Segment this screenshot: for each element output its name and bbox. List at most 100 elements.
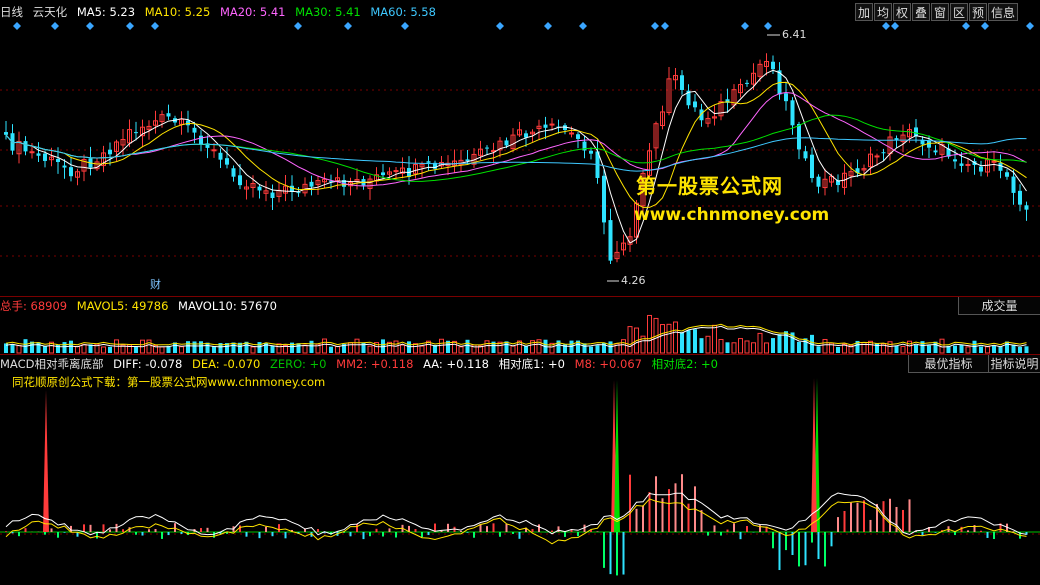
macd-spike-0 bbox=[43, 390, 49, 532]
volume-bar-154 bbox=[1005, 341, 1009, 353]
promo-text: 同花顺原创公式下载：第一股票公式网www.chnmoney.com bbox=[12, 375, 326, 389]
volume-bar-103 bbox=[673, 321, 678, 354]
signal-diamond-16 bbox=[891, 22, 899, 30]
volume-bar-12 bbox=[81, 344, 87, 354]
candle-body-143 bbox=[933, 150, 938, 153]
volume-bar-146 bbox=[953, 345, 957, 353]
volume-bar-56 bbox=[367, 345, 373, 354]
average-button[interactable]: 均 bbox=[874, 3, 892, 21]
candle-body-9 bbox=[62, 165, 67, 168]
volume-bar-95 bbox=[621, 339, 626, 354]
candle-body-148 bbox=[965, 163, 971, 166]
volume-bar-50 bbox=[329, 346, 333, 353]
candle-body-35 bbox=[231, 168, 236, 177]
rights-button[interactable]: 权 bbox=[893, 3, 911, 21]
volume-bar-1 bbox=[10, 343, 15, 353]
volume-bar-112 bbox=[731, 342, 737, 354]
volume-bar-136 bbox=[887, 341, 893, 354]
add-button[interactable]: 加 bbox=[855, 3, 873, 21]
volume-bar-111 bbox=[725, 342, 730, 353]
volume-bar-10 bbox=[69, 340, 73, 353]
candle-body-154 bbox=[1005, 172, 1009, 177]
overlay-button[interactable]: 叠 bbox=[912, 3, 930, 21]
volume-bar-20 bbox=[134, 346, 138, 353]
volume-bar-61 bbox=[400, 344, 405, 354]
volume-bar-29 bbox=[192, 341, 197, 353]
candle-body-156 bbox=[1018, 190, 1022, 205]
mavol10-value: MAVOL10: 57670 bbox=[178, 299, 277, 313]
volume-bar-138 bbox=[900, 346, 906, 354]
window-button[interactable]: 窗 bbox=[931, 3, 949, 21]
indicator-help-button[interactable]: 指标说明 bbox=[988, 355, 1040, 373]
volume-bar-70 bbox=[458, 346, 464, 354]
volume-bar-96 bbox=[627, 326, 633, 354]
volume-bar-91 bbox=[595, 345, 600, 353]
relative-bottom2-value: 相对底2: +0 bbox=[651, 357, 718, 371]
volume-bar-152 bbox=[992, 345, 996, 353]
signal-diamond-10 bbox=[579, 22, 587, 30]
candle-body-122 bbox=[797, 124, 801, 150]
relative-bottom1-value: 相对底1: +0 bbox=[498, 357, 565, 371]
watermark-title: 第一股票公式网 bbox=[636, 174, 783, 198]
candle-body-25 bbox=[166, 113, 171, 117]
volume-bar-8 bbox=[56, 344, 60, 353]
candle-body-157 bbox=[1024, 205, 1029, 210]
candle-body-74 bbox=[485, 147, 489, 149]
candle-body-58 bbox=[381, 172, 385, 176]
candle-body-137 bbox=[894, 138, 899, 140]
candle-body-92 bbox=[602, 175, 606, 223]
candle-body-30 bbox=[199, 135, 203, 145]
candle-body-121 bbox=[790, 100, 795, 126]
volume-bar-105 bbox=[686, 330, 691, 353]
signal-diamond-0 bbox=[13, 22, 21, 30]
candle-body-88 bbox=[576, 134, 580, 139]
volume-bar-24 bbox=[159, 346, 165, 354]
volume-bar-139 bbox=[907, 340, 912, 354]
ma-line-2 bbox=[5, 91, 1027, 187]
candle-body-93 bbox=[608, 220, 613, 261]
range-button[interactable]: 区 bbox=[950, 3, 968, 21]
volume-bar-108 bbox=[705, 335, 711, 354]
best-indicator-button[interactable]: 最优指标 bbox=[908, 355, 988, 373]
signal-diamond-11 bbox=[651, 22, 659, 30]
volume-bar-107 bbox=[699, 338, 704, 353]
candle-body-77 bbox=[504, 140, 509, 146]
volume-bar-147 bbox=[959, 344, 964, 353]
candle-body-60 bbox=[393, 170, 399, 173]
volume-indicator-button[interactable]: 成交量 bbox=[958, 297, 1040, 315]
candle-body-155 bbox=[1011, 176, 1016, 193]
volume-bar-99 bbox=[647, 314, 652, 354]
candle-body-104 bbox=[680, 75, 684, 90]
period-label: 日线 bbox=[0, 5, 23, 19]
finance-marker[interactable]: 财 bbox=[150, 276, 161, 292]
dea-value: DEA: -0.070 bbox=[191, 357, 261, 371]
candle-body-5 bbox=[36, 153, 41, 156]
candle-body-118 bbox=[771, 61, 775, 70]
signal-diamond-13 bbox=[741, 22, 749, 30]
volume-bar-45 bbox=[296, 343, 301, 353]
signal-diamond-5 bbox=[294, 22, 302, 30]
volume-bar-126 bbox=[822, 338, 828, 354]
candle-body-147 bbox=[959, 163, 964, 166]
signal-diamond-6 bbox=[344, 22, 352, 30]
candle-body-36 bbox=[238, 175, 242, 186]
info-button[interactable]: 信息 bbox=[988, 3, 1018, 21]
candle-body-34 bbox=[225, 158, 229, 165]
signal-diamond-14 bbox=[764, 22, 772, 30]
candle-body-4 bbox=[29, 151, 35, 154]
volume-bar-51 bbox=[335, 346, 340, 354]
signal-diamond-15 bbox=[882, 22, 890, 30]
forecast-button[interactable]: 预 bbox=[969, 3, 987, 21]
candle-body-87 bbox=[569, 132, 574, 135]
volume-bar-38 bbox=[250, 346, 256, 354]
ma-line-0 bbox=[5, 69, 1027, 244]
candle-body-150 bbox=[979, 166, 983, 172]
m8-value: M8: +0.067 bbox=[574, 357, 642, 371]
volume-bar-104 bbox=[680, 332, 684, 353]
candle-body-16 bbox=[108, 149, 112, 155]
volume-bar-110 bbox=[718, 338, 724, 354]
volume-bar-116 bbox=[757, 332, 763, 354]
volume-bar-49 bbox=[322, 338, 327, 354]
candle-body-114 bbox=[745, 82, 749, 84]
mavol5-value: MAVOL5: 49786 bbox=[76, 299, 169, 313]
